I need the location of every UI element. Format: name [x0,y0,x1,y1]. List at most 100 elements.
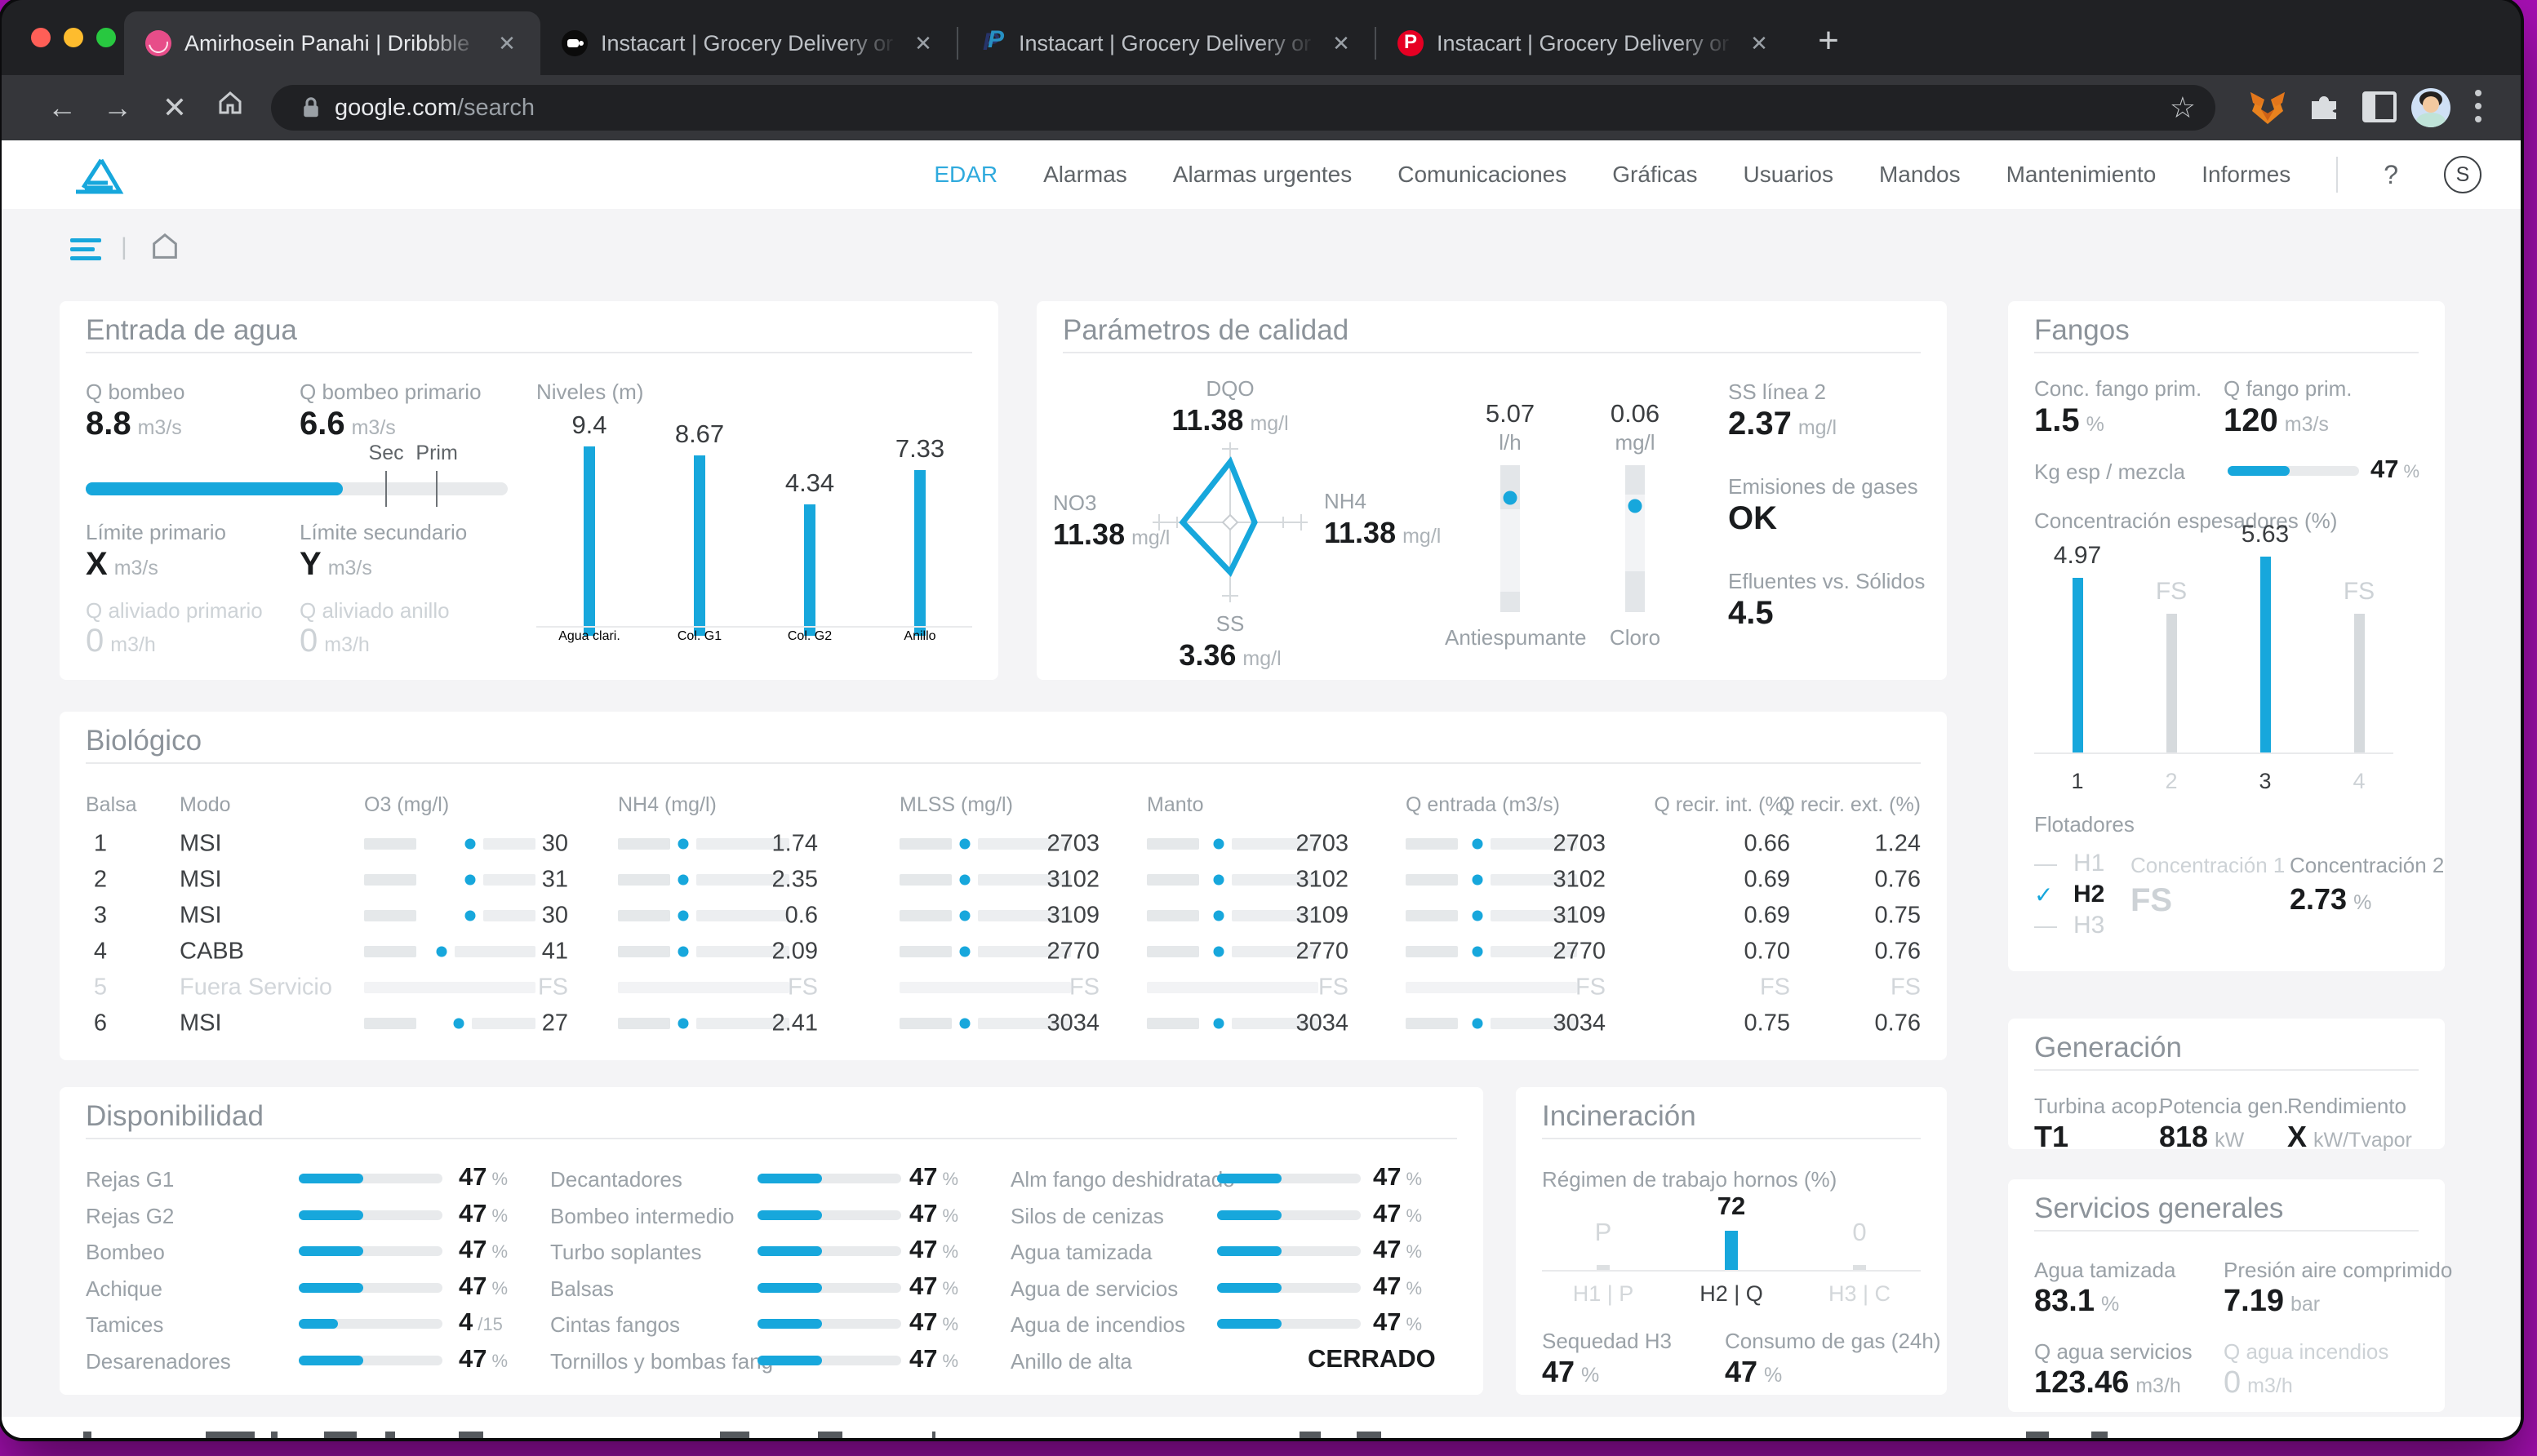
bar-x-label: 3 [2259,769,2272,793]
nav-item-gráficas[interactable]: Gráficas [1612,162,1697,188]
espesador-bar: 4.97 [2033,542,2122,752]
tab-close-icon[interactable]: ✕ [1329,31,1353,56]
card-title: Generación [2034,1032,2182,1063]
nav-item-mantenimiento[interactable]: Mantenimiento [2006,162,2157,188]
browser-tab[interactable]: Amirhosein Panahi | Dribbble ✕ [124,11,540,75]
bullet-chart [364,1018,535,1029]
browser-window: Amirhosein Panahi | Dribbble ✕ Instacart |… [2,0,2521,1438]
limite-sec-label: Límite secundario [300,520,468,544]
table-cell: 3102 [1295,866,1348,893]
tab-close-icon[interactable]: ✕ [495,31,519,56]
extensions-puzzle-icon[interactable] [2305,88,2344,127]
bar-value: FS [2155,578,2188,605]
minimize-window-icon[interactable] [64,28,83,47]
side-panel-icon[interactable] [2362,91,2401,131]
nav-item-mandos[interactable]: Mandos [1879,162,1961,188]
card-servicios: Servicios generales Agua tamizada 83.1% Pr… [2008,1179,2452,1412]
bullet-segment [618,838,670,850]
metamask-extension-icon[interactable] [2248,88,2287,127]
bullet-chart [618,838,789,850]
table-cell: FS [537,974,568,1001]
browser-tab[interactable]: Instacart | Grocery Delivery or ✕ [540,11,957,75]
table-row[interactable]: 6 MSI 27 2.41 3034 3034 3034 0.75 0.76 [60,1005,1947,1041]
flotador-row[interactable]: — H3 [2034,912,2104,939]
bullet-segment [364,910,416,921]
bookmark-star-icon[interactable]: ☆ [2170,91,2196,125]
logo[interactable] [72,155,124,200]
table-cell: 0.75 [1874,902,1921,929]
table-cell: 0.69 [1744,866,1790,893]
bullet-dot [464,910,476,921]
card-generacion: Generación Turbina acop. T1 Potencia gen. 8… [2008,1019,2445,1153]
nav-item-comunicaciones[interactable]: Comunicaciones [1397,162,1566,188]
tab-close-icon[interactable]: ✕ [1747,31,1771,56]
bar-value: 9.4 [571,411,607,439]
bar-x-label: 2 [2165,769,2178,793]
bullet-dot [1213,1018,1224,1029]
table-row[interactable]: 5 Fuera Servicio FS FS FS FS FS FS FS [60,970,1947,1005]
table-cell: 3102 [1553,866,1606,893]
bullet-segment [1147,946,1199,957]
bullet-segment [455,946,535,957]
new-tab-button[interactable]: + [1804,18,1853,67]
q-bombeo-prim-value: 6.6 m3/s [300,406,396,442]
menu-hamburger-icon[interactable] [70,238,101,265]
availability-bar [1217,1246,1361,1256]
back-icon[interactable]: ← [41,87,83,129]
bullet-dot [1472,838,1483,850]
table-cell: 27 [541,1010,568,1037]
tab-close-icon[interactable]: ✕ [911,31,935,56]
nav-item-informes[interactable]: Informes [2202,162,2290,188]
bullet-chart [900,946,1071,957]
table-cell: 1 [93,830,107,857]
breadcrumb-home-icon[interactable] [149,230,181,267]
bullet-segment [1147,910,1199,921]
serv-label: Q agua incendios [2224,1339,2389,1364]
flotador-row[interactable]: ✓ H2 [2034,881,2104,908]
flotador-dash-icon: — [2034,850,2057,876]
bar [2353,614,2365,752]
bullet-dot [1213,838,1224,850]
bullet-segment [1406,838,1458,850]
maximize-window-icon[interactable] [96,28,116,47]
availability-bar [1217,1174,1361,1183]
efluentes-value: 4.5 [1728,595,1774,631]
table-cell: 1.24 [1874,830,1921,857]
table-header: Manto [1147,793,1204,816]
nav-item-edar[interactable]: EDAR [934,162,997,188]
bullet-dot [678,838,689,850]
table-row[interactable]: 1 MSI 30 1.74 2703 2703 2703 0.66 1.24 [60,826,1947,862]
url-bar[interactable]: google.com /search ☆ [271,85,2215,131]
macos-window-controls[interactable] [31,28,116,47]
bullet-dot [959,1018,971,1029]
table-cell: MSI [180,1010,222,1037]
efluentes-label: Efluentes vs. Sólidos [1728,569,1926,593]
help-button[interactable]: ? [2384,160,2398,190]
table-row[interactable]: 3 MSI 30 0.6 3109 3109 3109 0.69 0.75 [60,898,1947,934]
profile-avatar[interactable] [2411,88,2450,127]
table-row[interactable]: 2 MSI 31 2.35 3102 3102 3102 0.69 0.76 [60,862,1947,898]
close-window-icon[interactable] [31,28,51,47]
breadcrumb-divider: | [121,233,127,260]
bullet-chart [364,946,535,957]
browser-menu-icon[interactable] [2473,90,2483,129]
nav-item-usuarios[interactable]: Usuarios [1744,162,1833,188]
browser-tab[interactable]: Instacart | Grocery Delivery or ✕ [1376,11,1793,75]
serv-label: Agua tamizada [2034,1258,2176,1282]
card-title: Biológico [86,725,202,757]
nav-item-alarmas-urgentes[interactable]: Alarmas urgentes [1173,162,1352,188]
stop-icon[interactable]: ✕ [153,87,196,129]
nav-item-alarmas[interactable]: Alarmas [1043,162,1127,188]
availability-row: Alm fango deshidratado 47% [60,1162,1483,1198]
forward-icon[interactable]: → [96,87,139,129]
table-cell: 2 [93,866,107,893]
table-row[interactable]: 4 CABB 41 2.09 2770 2770 2770 0.70 0.76 [60,934,1947,970]
bullet-chart [1406,838,1577,850]
bar [694,455,705,636]
flotador-row[interactable]: — H1 [2034,850,2104,877]
table-cell: 2.41 [771,1010,818,1037]
home-icon[interactable] [209,87,251,129]
user-avatar[interactable]: S [2444,156,2481,193]
page-content: EDAR Alarmas Alarmas urgentes Comunicacione… [2,140,2521,1438]
browser-tab[interactable]: P P Instacart | Grocery Delivery or ✕ [958,11,1375,75]
